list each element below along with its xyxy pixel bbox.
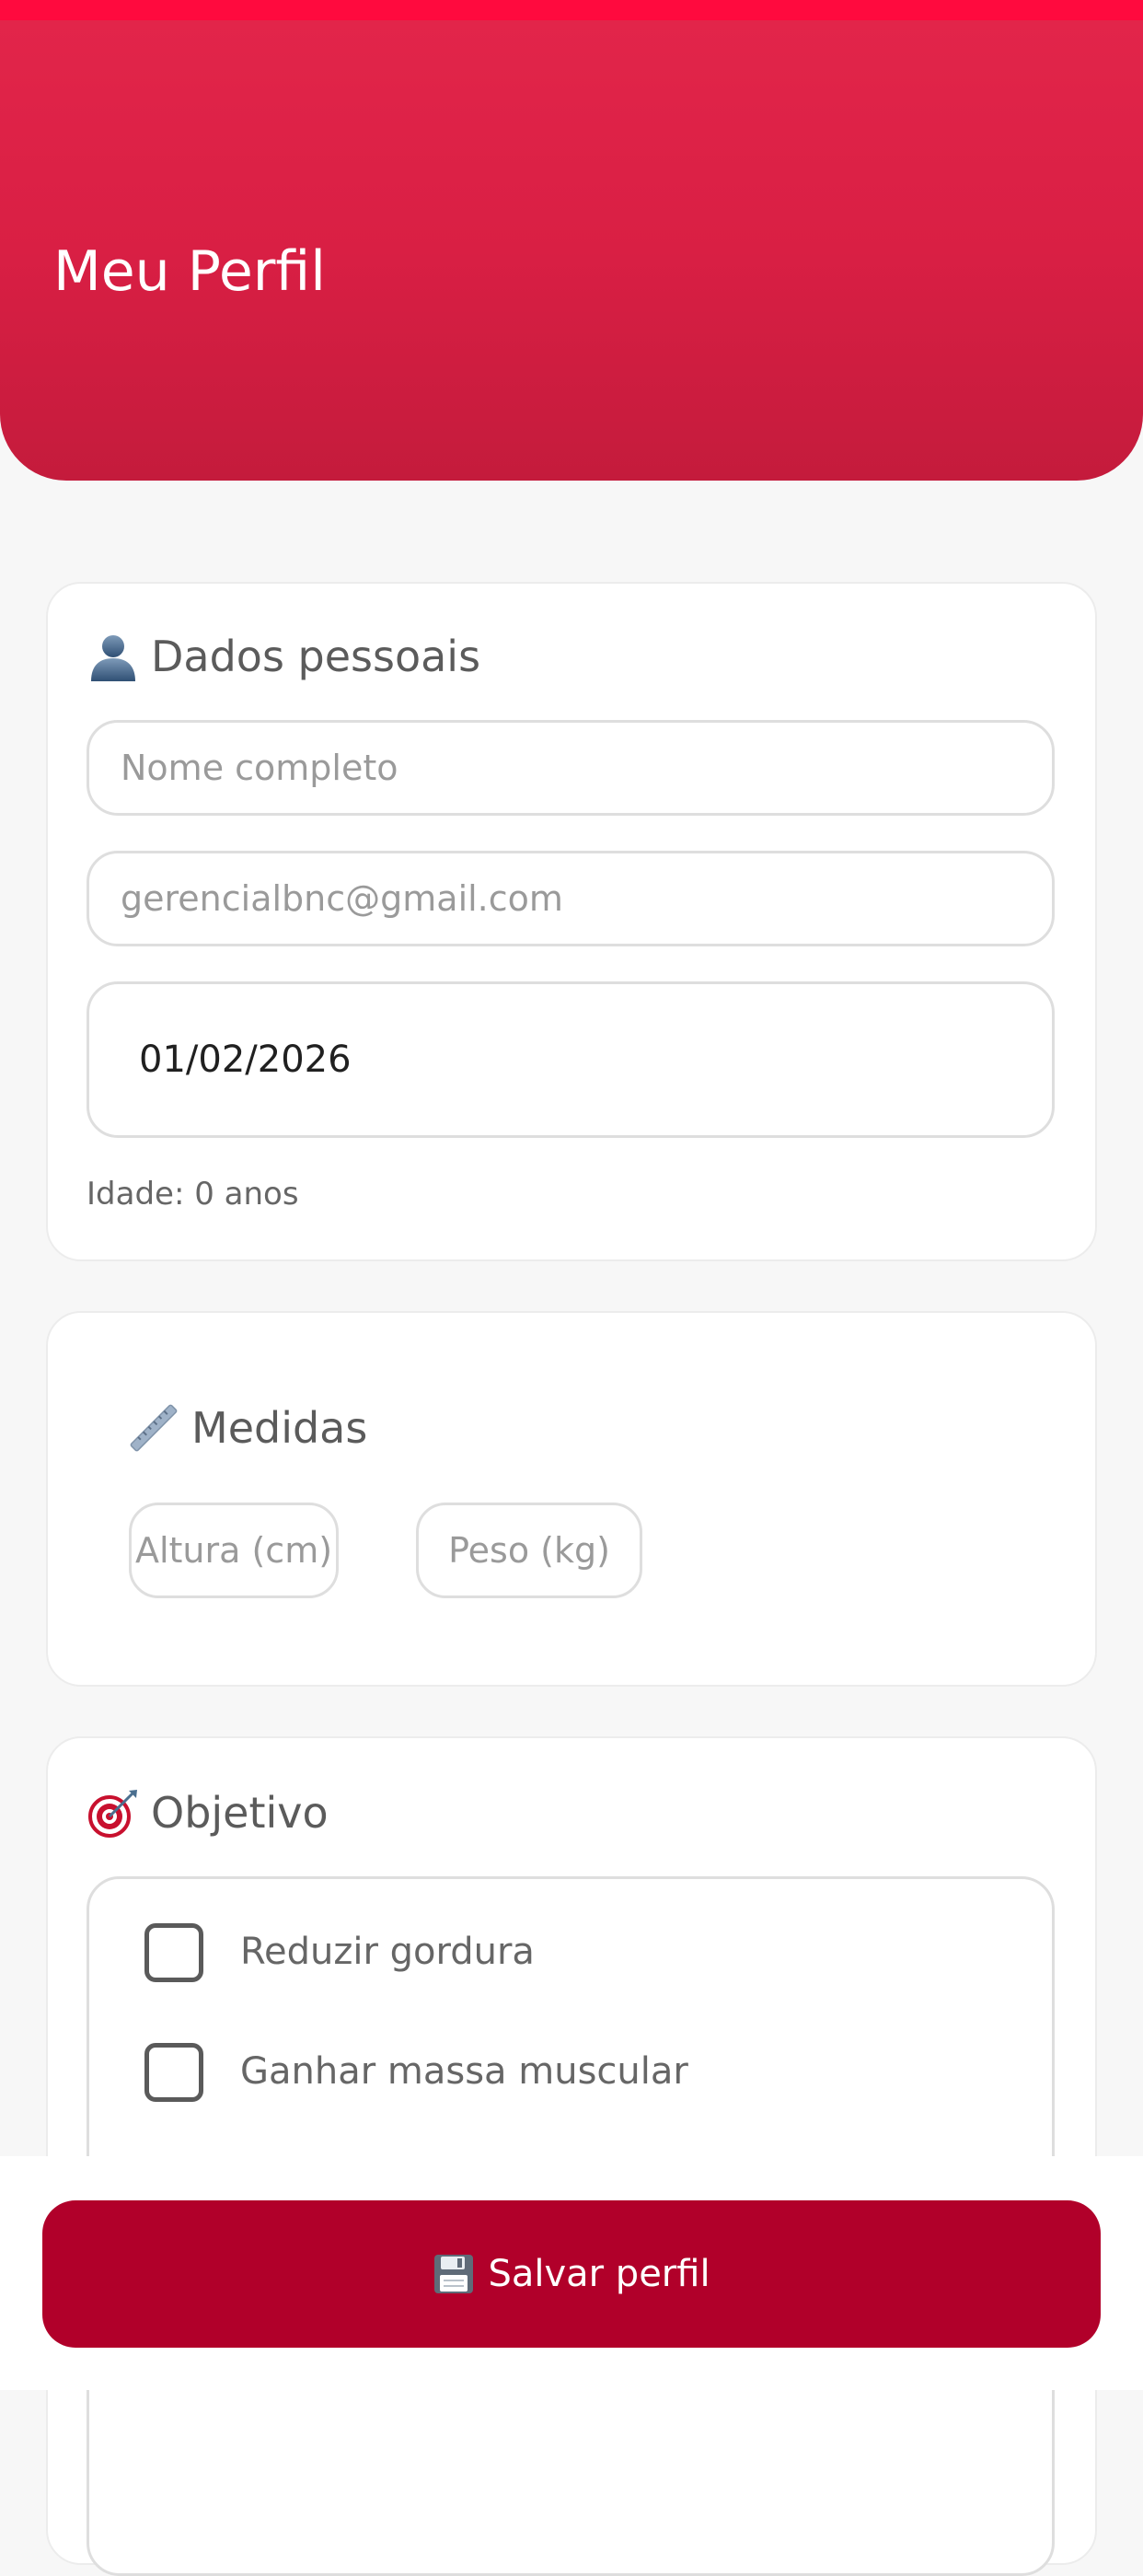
weight-input[interactable]: Peso (kg) <box>416 1503 642 1598</box>
birthdate-input[interactable]: 01/02/2026 <box>87 981 1055 1138</box>
target-icon <box>88 1790 137 1838</box>
status-bar-strip <box>0 0 1143 20</box>
height-placeholder: Altura (cm) <box>134 1530 333 1571</box>
goal-title: Objetivo <box>151 1788 329 1838</box>
measures-heading: Medidas <box>127 1401 367 1455</box>
full-name-placeholder: Nome completo <box>121 748 398 788</box>
page-title: Meu Perfil <box>53 239 326 304</box>
goal-option-label: Ganhar massa muscular <box>240 2050 688 2093</box>
email-placeholder: gerencialbnc@gmail.com <box>121 878 563 919</box>
measures-title: Medidas <box>191 1403 368 1453</box>
height-input[interactable]: Altura (cm) <box>129 1503 339 1598</box>
checkbox-reduce-fat[interactable] <box>144 1923 203 1982</box>
personal-data-heading: Dados pessoais <box>87 630 480 683</box>
save-profile-label: Salvar perfil <box>488 2253 710 2295</box>
person-icon <box>91 635 135 681</box>
personal-data-title: Dados pessoais <box>151 632 481 681</box>
birthdate-value: 01/02/2026 <box>139 1039 352 1081</box>
email-input[interactable]: gerencialbnc@gmail.com <box>87 851 1055 946</box>
save-profile-button[interactable]: Salvar perfil <box>42 2200 1101 2348</box>
personal-data-card: Dados pessoais Nome completo gerencialbn… <box>46 582 1097 1261</box>
goal-option-label: Reduzir gordura <box>240 1931 535 1973</box>
ruler-icon <box>130 1404 178 1452</box>
age-text: Idade: 0 anos <box>87 1176 299 1213</box>
weight-placeholder: Peso (kg) <box>448 1530 610 1571</box>
goal-card: Objetivo Reduzir gordura Ganhar massa mu… <box>46 1736 1097 2576</box>
full-name-input[interactable]: Nome completo <box>87 720 1055 816</box>
measures-card: Medidas Altura (cm) Peso (kg) <box>46 1311 1097 1687</box>
goal-heading: Objetivo <box>87 1786 329 1839</box>
header: Meu Perfil <box>0 20 1143 481</box>
floppy-disk-icon <box>434 2255 474 2293</box>
checkbox-gain-muscle[interactable] <box>144 2043 203 2102</box>
